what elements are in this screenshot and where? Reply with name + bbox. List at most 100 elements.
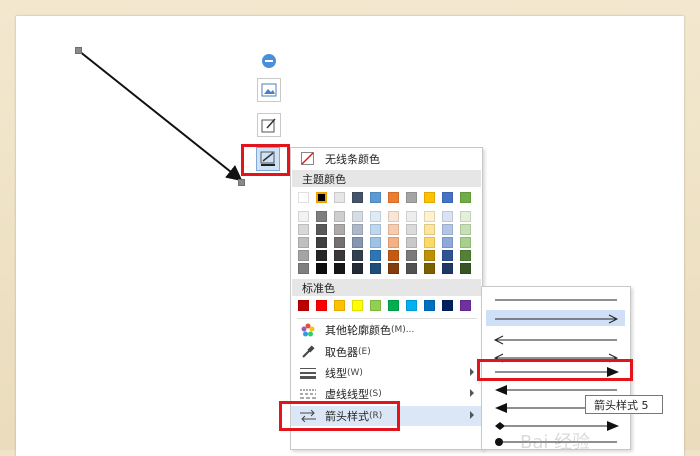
color-wheel-icon	[301, 323, 315, 337]
color-swatch[interactable]	[388, 300, 399, 311]
color-swatch[interactable]	[334, 211, 345, 222]
color-swatch[interactable]	[406, 224, 417, 235]
menu-item-dash-type[interactable]: 虚线线型 (S)	[291, 384, 482, 404]
more-colors-shortcut: (M)...	[391, 325, 415, 335]
color-swatch[interactable]	[316, 250, 327, 261]
color-swatch[interactable]	[316, 263, 327, 274]
eyedropper-shortcut: (E)	[358, 347, 371, 357]
theme-colors-header: 主题颜色	[292, 170, 481, 187]
color-swatch[interactable]	[406, 300, 417, 311]
color-swatch[interactable]	[406, 237, 417, 248]
color-swatch[interactable]	[334, 300, 345, 311]
color-swatch[interactable]	[298, 250, 309, 261]
color-swatch[interactable]	[442, 263, 453, 274]
color-swatch[interactable]	[370, 211, 381, 222]
color-swatch[interactable]	[442, 192, 453, 203]
color-swatch[interactable]	[316, 192, 327, 203]
color-swatch[interactable]	[442, 250, 453, 261]
image-button[interactable]	[257, 78, 281, 102]
color-swatch[interactable]	[316, 224, 327, 235]
arrow-style-option-1[interactable]	[487, 292, 625, 308]
watermark: Bai 经验	[520, 432, 591, 453]
color-swatch[interactable]	[442, 237, 453, 248]
color-swatch[interactable]	[316, 300, 327, 311]
color-swatch[interactable]	[334, 237, 345, 248]
color-swatch[interactable]	[388, 224, 399, 235]
color-swatch[interactable]	[370, 237, 381, 248]
color-swatch[interactable]	[334, 263, 345, 274]
color-swatch[interactable]	[298, 211, 309, 222]
color-swatch[interactable]	[424, 263, 435, 274]
color-swatch[interactable]	[316, 237, 327, 248]
start-handle[interactable]	[75, 47, 82, 54]
color-swatch[interactable]	[370, 300, 381, 311]
color-swatch[interactable]	[388, 250, 399, 261]
color-swatch[interactable]	[406, 211, 417, 222]
color-swatch[interactable]	[388, 211, 399, 222]
arrow-style-option-5[interactable]	[487, 364, 625, 380]
color-swatch[interactable]	[460, 300, 471, 311]
standard-colors-header: 标准色	[292, 279, 481, 296]
color-swatch[interactable]	[406, 263, 417, 274]
color-swatch[interactable]	[298, 237, 309, 248]
arrow-style-option-2[interactable]	[487, 311, 625, 327]
image-icon	[261, 83, 277, 97]
color-swatch[interactable]	[352, 237, 363, 248]
color-swatch[interactable]	[334, 192, 345, 203]
color-swatch[interactable]	[460, 192, 471, 203]
color-swatch[interactable]	[352, 300, 363, 311]
color-swatch[interactable]	[298, 192, 309, 203]
color-swatch[interactable]	[370, 250, 381, 261]
color-swatch[interactable]	[352, 250, 363, 261]
color-swatch[interactable]	[388, 263, 399, 274]
no-line-color-label: 无线条颜色	[325, 153, 380, 166]
color-swatch[interactable]	[334, 224, 345, 235]
menu-item-more-colors[interactable]: 其他轮廓颜色 (M)...	[291, 320, 482, 340]
color-swatch[interactable]	[298, 263, 309, 274]
color-swatch[interactable]	[298, 300, 309, 311]
color-swatch[interactable]	[442, 224, 453, 235]
color-swatch[interactable]	[406, 192, 417, 203]
color-swatch[interactable]	[424, 237, 435, 248]
shape-outline-button[interactable]	[256, 147, 280, 171]
arrow-style-option-3[interactable]	[487, 332, 625, 348]
color-swatch[interactable]	[424, 250, 435, 261]
color-swatch[interactable]	[316, 211, 327, 222]
menu-item-no-line-color[interactable]: 无线条颜色	[291, 149, 482, 169]
shape-edit-button[interactable]	[257, 113, 281, 137]
color-swatch[interactable]	[298, 224, 309, 235]
color-swatch[interactable]	[424, 300, 435, 311]
color-swatch[interactable]	[424, 192, 435, 203]
color-swatch[interactable]	[442, 300, 453, 311]
menu-item-line-type[interactable]: 线型 (W)	[291, 363, 482, 383]
color-swatch[interactable]	[352, 211, 363, 222]
end-handle[interactable]	[238, 179, 245, 186]
color-swatch[interactable]	[424, 211, 435, 222]
eyedropper-label: 取色器	[325, 346, 358, 359]
color-swatch[interactable]	[424, 224, 435, 235]
color-swatch[interactable]	[460, 263, 471, 274]
color-swatch[interactable]	[352, 224, 363, 235]
dash-type-shortcut: (S)	[369, 389, 382, 399]
color-swatch[interactable]	[370, 224, 381, 235]
color-swatch[interactable]	[370, 192, 381, 203]
color-swatch[interactable]	[352, 192, 363, 203]
color-swatch[interactable]	[388, 237, 399, 248]
shape-edit-icon	[261, 118, 276, 133]
dash-type-label: 虚线线型	[325, 388, 369, 401]
color-swatch[interactable]	[442, 211, 453, 222]
arrow-style-icon	[300, 410, 316, 422]
outline-color-menu: 无线条颜色 主题颜色 标准色 其他轮廓颜色 (M)... 取色器 (E) 线型 …	[290, 147, 483, 450]
menu-item-arrow-style[interactable]: 箭头样式 (R)	[291, 406, 482, 426]
color-swatch[interactable]	[460, 211, 471, 222]
color-swatch[interactable]	[460, 237, 471, 248]
minus-circle-icon[interactable]	[262, 54, 276, 68]
color-swatch[interactable]	[460, 250, 471, 261]
menu-item-eyedropper[interactable]: 取色器 (E)	[291, 342, 482, 362]
color-swatch[interactable]	[370, 263, 381, 274]
color-swatch[interactable]	[460, 224, 471, 235]
color-swatch[interactable]	[352, 263, 363, 274]
color-swatch[interactable]	[388, 192, 399, 203]
color-swatch[interactable]	[334, 250, 345, 261]
color-swatch[interactable]	[406, 250, 417, 261]
